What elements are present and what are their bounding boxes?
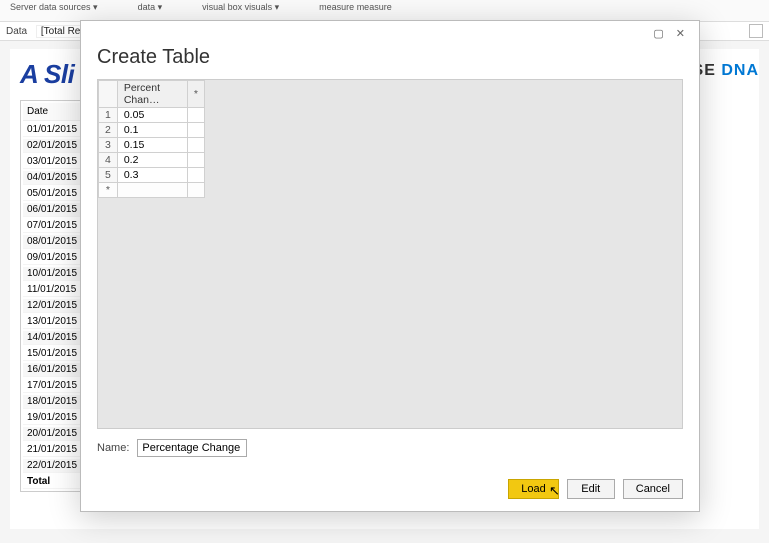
date-row[interactable]: 14/01/2015: [23, 331, 85, 345]
extra-cell[interactable]: [187, 123, 204, 138]
date-cell: 14/01/2015: [23, 331, 85, 345]
date-row[interactable]: 12/01/2015: [23, 299, 85, 313]
ribbon-item[interactable]: Server data sources ▾: [10, 2, 98, 13]
date-row[interactable]: 10/01/2015: [23, 267, 85, 281]
date-cell: 07/01/2015: [23, 219, 85, 233]
date-cell: 05/01/2015: [23, 187, 85, 201]
date-row[interactable]: 15/01/2015: [23, 347, 85, 361]
date-row[interactable]: 01/01/2015: [23, 123, 85, 137]
row-number: 1: [99, 108, 118, 123]
date-cell: 17/01/2015: [23, 379, 85, 393]
edit-button[interactable]: Edit: [567, 479, 615, 499]
date-row[interactable]: 09/01/2015: [23, 251, 85, 265]
date-cell: 15/01/2015: [23, 347, 85, 361]
cell-value[interactable]: 0.2: [117, 153, 187, 168]
date-row[interactable]: 11/01/2015: [23, 283, 85, 297]
name-input[interactable]: [137, 439, 247, 457]
date-row[interactable]: 20/01/2015: [23, 427, 85, 441]
close-icon[interactable]: ✕: [670, 25, 691, 42]
date-row[interactable]: 18/01/2015: [23, 395, 85, 409]
create-table-dialog: ▢ ✕ Create Table Percent Chan… * 10.0520…: [80, 20, 700, 512]
date-row[interactable]: 22/01/2015: [23, 459, 85, 473]
corner-cell: [99, 81, 118, 108]
date-cell: 18/01/2015: [23, 395, 85, 409]
date-row[interactable]: 07/01/2015: [23, 219, 85, 233]
cell-value[interactable]: 0.15: [117, 138, 187, 153]
row-number: 2: [99, 123, 118, 138]
cancel-button[interactable]: Cancel: [623, 479, 683, 499]
date-cell: 11/01/2015: [23, 283, 85, 297]
date-header[interactable]: Date: [23, 103, 85, 121]
date-total-row: Total: [23, 475, 85, 489]
table-row[interactable]: 20.1: [99, 123, 205, 138]
cell-value[interactable]: 0.05: [117, 108, 187, 123]
date-row[interactable]: 05/01/2015: [23, 187, 85, 201]
preview-grid-area: Percent Chan… * 10.0520.130.1540.250.3*: [97, 79, 683, 429]
add-row[interactable]: *: [99, 183, 205, 198]
date-row[interactable]: 04/01/2015: [23, 171, 85, 185]
date-cell: 02/01/2015: [23, 139, 85, 153]
date-row[interactable]: 08/01/2015: [23, 235, 85, 249]
extra-cell[interactable]: [187, 108, 204, 123]
date-row[interactable]: 06/01/2015: [23, 203, 85, 217]
table-row[interactable]: 40.2: [99, 153, 205, 168]
table-row[interactable]: 30.15: [99, 138, 205, 153]
table-row[interactable]: 10.05: [99, 108, 205, 123]
extra-cell[interactable]: [187, 153, 204, 168]
date-row[interactable]: 13/01/2015: [23, 315, 85, 329]
table-row[interactable]: 50.3: [99, 168, 205, 183]
date-row[interactable]: 19/01/2015: [23, 411, 85, 425]
brand-dna: DNA: [721, 62, 759, 79]
dialog-title: Create Table: [81, 42, 699, 79]
add-row-icon[interactable]: *: [99, 183, 118, 198]
empty-cell[interactable]: [187, 183, 204, 198]
date-total-label: Total: [23, 475, 85, 489]
date-cell: 22/01/2015: [23, 459, 85, 473]
maximize-icon[interactable]: ▢: [647, 25, 669, 42]
column-header[interactable]: Percent Chan…: [117, 81, 187, 108]
date-cell: 09/01/2015: [23, 251, 85, 265]
date-row[interactable]: 21/01/2015: [23, 443, 85, 457]
ribbon-item[interactable]: visual box visuals ▾: [202, 2, 279, 13]
date-cell: 16/01/2015: [23, 363, 85, 377]
row-number: 5: [99, 168, 118, 183]
row-number: 4: [99, 153, 118, 168]
load-button[interactable]: Load: [508, 479, 558, 499]
ribbon-item[interactable]: measure measure: [319, 2, 392, 12]
add-column-icon[interactable]: *: [187, 81, 204, 108]
date-row[interactable]: 17/01/2015: [23, 379, 85, 393]
date-cell: 13/01/2015: [23, 315, 85, 329]
date-cell: 03/01/2015: [23, 155, 85, 169]
date-cell: 10/01/2015: [23, 267, 85, 281]
empty-cell[interactable]: [117, 183, 187, 198]
formula-left: Data: [6, 26, 27, 37]
cell-value[interactable]: 0.1: [117, 123, 187, 138]
preview-table[interactable]: Percent Chan… * 10.0520.130.1540.250.3*: [98, 80, 205, 198]
panel-toggle-icon[interactable]: [749, 24, 763, 38]
ribbon-item[interactable]: data ▾: [138, 2, 163, 13]
date-cell: 21/01/2015: [23, 443, 85, 457]
date-row[interactable]: 03/01/2015: [23, 155, 85, 169]
name-label: Name:: [97, 442, 129, 454]
date-cell: 19/01/2015: [23, 411, 85, 425]
date-cell: 20/01/2015: [23, 427, 85, 441]
date-cell: 12/01/2015: [23, 299, 85, 313]
date-cell: 04/01/2015: [23, 171, 85, 185]
date-cell: 01/01/2015: [23, 123, 85, 137]
date-cell: 08/01/2015: [23, 235, 85, 249]
row-number: 3: [99, 138, 118, 153]
date-row[interactable]: 02/01/2015: [23, 139, 85, 153]
date-cell: 06/01/2015: [23, 203, 85, 217]
cell-value[interactable]: 0.3: [117, 168, 187, 183]
date-row[interactable]: 16/01/2015: [23, 363, 85, 377]
date-visual[interactable]: Date 01/01/2015 02/01/2015 03/01/2015 04/01…: [20, 100, 88, 492]
extra-cell[interactable]: [187, 168, 204, 183]
extra-cell[interactable]: [187, 138, 204, 153]
ribbon: Server data sources ▾ data ▾ visual box …: [0, 0, 769, 22]
